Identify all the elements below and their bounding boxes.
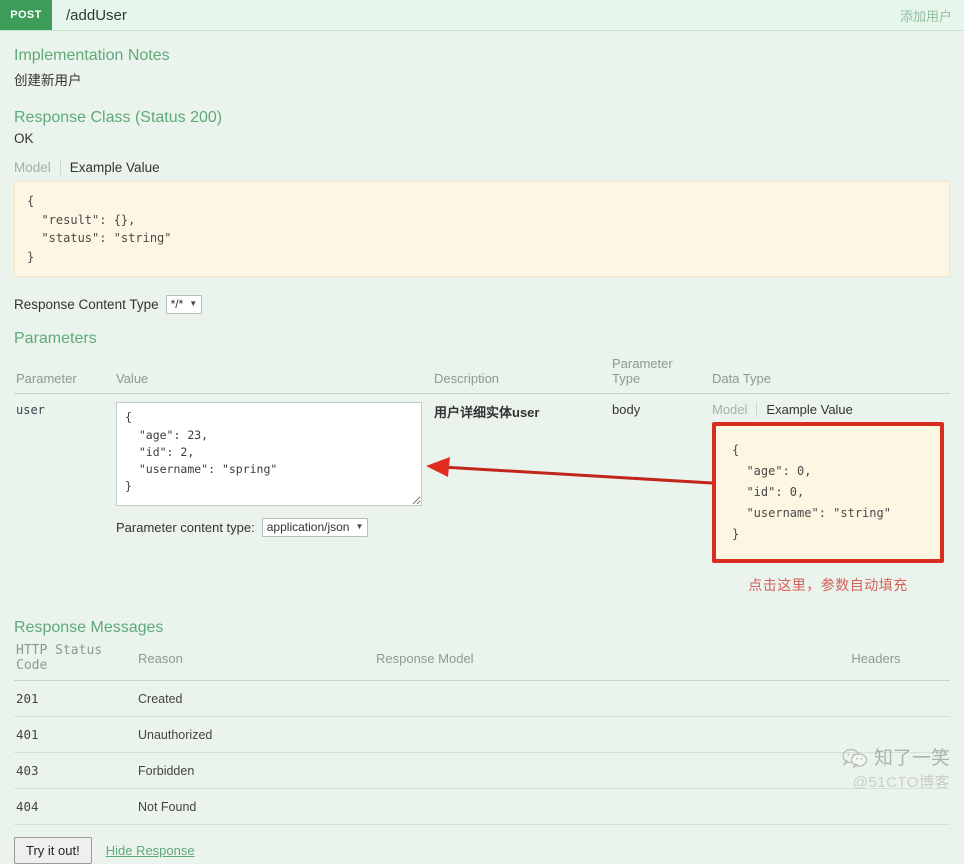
col-header-value: Value <box>114 354 432 395</box>
response-model <box>374 716 804 754</box>
implementation-notes-text: 创建新用户 <box>14 73 82 88</box>
col-header-status-code: HTTP Status Code <box>14 641 136 682</box>
response-content-type-row: Response Content Type */* ▼ <box>14 295 950 315</box>
tab-model[interactable]: Model <box>712 402 756 417</box>
parameter-type-cell: body <box>610 394 710 604</box>
table-row: 401 Unauthorized <box>14 716 950 754</box>
parameter-type: body <box>612 402 641 418</box>
response-messages-header-row: HTTP Status Code Reason Response Model H… <box>14 641 950 682</box>
data-type-example-wrap: Model Example Value { "age": 0, "id": 0,… <box>712 402 944 595</box>
response-status-code: 401 <box>14 716 136 754</box>
response-reason: Created <box>136 680 374 718</box>
response-status-code: 201 <box>14 680 136 718</box>
response-reason: Not Found <box>136 788 374 826</box>
implementation-notes-heading: Implementation Notes <box>14 47 170 64</box>
response-class-example-json: { "result": {}, "status": "string" } <box>14 181 950 278</box>
response-reason: Forbidden <box>136 752 374 790</box>
tab-example-value[interactable]: Example Value <box>756 402 853 418</box>
header-spacer <box>127 0 900 30</box>
col-header-response-model: Response Model <box>374 641 804 682</box>
parameter-name: user <box>16 403 45 418</box>
response-content-type-value: */* <box>170 296 184 311</box>
chevron-down-icon: ▼ <box>355 522 364 532</box>
response-model <box>374 788 804 826</box>
parameter-content-type-value: application/json <box>266 519 350 534</box>
parameter-name-cell: user <box>14 394 114 604</box>
table-row: user Parameter content type: application… <box>14 394 950 604</box>
response-headers <box>804 752 950 790</box>
table-row: 404 Not Found <box>14 788 950 826</box>
col-header-parameter: Parameter <box>14 354 114 395</box>
response-headers <box>804 788 950 826</box>
operation-path[interactable]: /addUser <box>52 0 127 30</box>
col-header-data-type: Data Type <box>710 354 950 395</box>
try-it-out-button[interactable]: Try it out! <box>14 837 92 864</box>
col-header-parameter-type: Parameter Type <box>610 354 710 395</box>
response-messages-body: 201 Created 401 Unauthorized 403 Forbidd… <box>14 680 950 826</box>
parameter-example-json[interactable]: { "age": 0, "id": 0, "username": "string… <box>718 428 938 558</box>
parameter-content-type-select[interactable]: application/json ▼ <box>261 518 369 538</box>
parameters-table-header-row: Parameter Value Description Parameter Ty… <box>14 354 950 395</box>
response-model <box>374 680 804 718</box>
response-status-code: 404 <box>14 788 136 826</box>
col-header-description: Description <box>432 354 610 395</box>
col-header-headers: Headers <box>804 641 950 682</box>
tab-model[interactable]: Model <box>14 160 60 175</box>
response-content-type-label: Response Content Type <box>14 297 159 313</box>
response-headers <box>804 716 950 754</box>
response-reason: Unauthorized <box>136 716 374 754</box>
data-type-tabs[interactable]: Model Example Value <box>712 402 944 418</box>
table-row: 201 Created <box>14 680 950 718</box>
annotation-note: 点击这里，参数自动填充 <box>748 577 908 594</box>
http-method-badge: POST <box>0 0 52 30</box>
example-value-highlight-box[interactable]: { "age": 0, "id": 0, "username": "string… <box>712 422 944 564</box>
parameter-description: 用户详细实体user <box>434 405 540 421</box>
response-class-status-text: OK <box>14 131 34 146</box>
chevron-down-icon: ▼ <box>189 299 198 309</box>
response-messages-table: HTTP Status Code Reason Response Model H… <box>14 641 950 826</box>
tab-example-value[interactable]: Example Value <box>59 160 160 175</box>
operation-summary: 添加用户 <box>899 8 952 24</box>
parameter-description-cell: 用户详细实体user <box>432 394 610 604</box>
parameter-value-input[interactable] <box>116 402 422 507</box>
parameters-table: Parameter Value Description Parameter Ty… <box>14 354 950 603</box>
table-row: 403 Forbidden <box>14 752 950 790</box>
parameter-value-cell: Parameter content type: application/json… <box>114 394 432 604</box>
response-messages-heading: Response Messages <box>14 619 164 637</box>
response-content-type-select[interactable]: */* ▼ <box>165 295 203 315</box>
parameter-data-type-cell: Model Example Value { "age": 0, "id": 0,… <box>710 394 950 604</box>
col-header-reason: Reason <box>136 641 374 682</box>
response-model <box>374 752 804 790</box>
operation-header-bar[interactable]: POST /addUser 添加用户 <box>0 0 964 31</box>
response-class-heading: Response Class (Status 200) <box>14 109 223 126</box>
response-status-code: 403 <box>14 752 136 790</box>
parameter-content-type-row: Parameter content type: application/json… <box>116 518 426 538</box>
parameter-content-type-label: Parameter content type: <box>116 520 255 536</box>
operation-body: Implementation Notes 创建新用户 Response Clas… <box>0 47 964 826</box>
response-class-tabs[interactable]: Model Example Value <box>14 160 950 175</box>
parameters-heading: Parameters <box>14 330 97 348</box>
hide-response-link[interactable]: Hide Response <box>106 843 195 858</box>
response-headers <box>804 680 950 718</box>
operation-footer: Try it out! Hide Response <box>0 825 964 864</box>
